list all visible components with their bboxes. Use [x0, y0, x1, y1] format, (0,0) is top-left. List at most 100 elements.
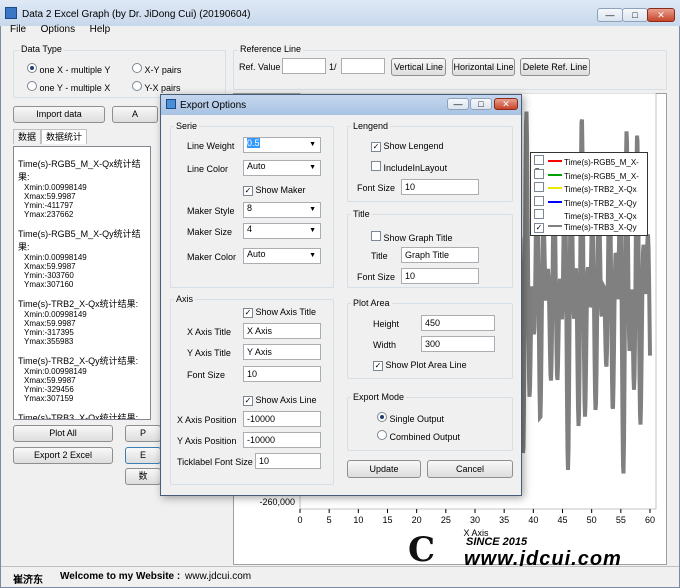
legend-checkbox[interactable]	[534, 182, 544, 192]
title-group-label: Title	[351, 209, 372, 219]
status-url-link[interactable]: www.jdcui.com	[185, 571, 251, 582]
maker-size-select[interactable]: 4	[243, 223, 321, 239]
stat-line: Xmin:0.00998149	[24, 367, 87, 376]
x-tick-label: 15	[382, 515, 392, 525]
line-color-select[interactable]: Auto	[243, 160, 321, 176]
show-graph-title-checkbox[interactable]: Show Graph Title	[371, 231, 453, 243]
show-legend-checkbox[interactable]: ✓ Show Lengend	[371, 141, 444, 152]
fraction-input[interactable]	[341, 58, 385, 74]
legend-checkbox[interactable]	[534, 195, 544, 206]
partially-hidden-button-shu[interactable]: 数	[125, 468, 161, 485]
x-axis-title-label: X Axis Title	[187, 327, 232, 337]
partially-hidden-button-a[interactable]: A	[112, 106, 158, 123]
radio-one-x-multiple-y[interactable]: one X - multiple Y	[27, 63, 110, 75]
minimize-icon[interactable]: —	[597, 8, 623, 22]
line-weight-select[interactable]: 0.5	[243, 137, 321, 153]
update-button[interactable]: Update	[347, 460, 421, 478]
legend-checkbox[interactable]	[534, 155, 544, 165]
title-font-size-input[interactable]: 10	[401, 268, 479, 284]
radio-y-x-pairs[interactable]: Y-X pairs	[132, 81, 181, 93]
legend-item[interactable]: Time(s)-RGB5_M_X-Qy	[534, 168, 647, 190]
axis-font-size-label: Font Size	[187, 370, 226, 380]
legend-item[interactable]: Time(s)-TRB2_X-Qx	[534, 182, 637, 196]
legend-swatch	[548, 173, 562, 176]
tab-statistics[interactable]: 数据统计	[41, 129, 88, 144]
maker-style-select[interactable]: 8	[243, 202, 321, 218]
y-axis-title-label: Y Axis Title	[187, 348, 231, 358]
legend-item[interactable]: ✓ Time(s)-TRB3_X-Qy	[534, 222, 637, 237]
stat-title: Time(s)-RGB5_M_X-Qx统计结果:	[18, 159, 141, 182]
x-axis-ticks: 0 5 10 15 20 25 30 35 40 45 50 55 60	[297, 509, 655, 525]
import-data-button[interactable]: Import data	[13, 106, 105, 123]
line-color-label: Line Color	[187, 164, 229, 174]
legend-item[interactable]: Time(s)-RGB5_M_X-Qx	[534, 155, 647, 176]
show-plot-area-line-checkbox[interactable]: ✓ Show Plot Area Line	[373, 360, 467, 371]
plot-width-input[interactable]: 300	[421, 336, 495, 352]
axis-font-size-input[interactable]: 10	[243, 366, 321, 382]
reference-line-label: Reference Line	[238, 44, 304, 54]
stat-line: Ymax:307160	[24, 280, 74, 289]
radio-combined-output[interactable]: Combined Output	[377, 430, 460, 442]
plot-height-input[interactable]: 450	[421, 315, 495, 331]
x-axis-title-input[interactable]: X Axis	[243, 323, 321, 339]
menu-file[interactable]: File	[10, 24, 26, 35]
legend-label: Time(s)-TRB3_X-Qx	[564, 212, 637, 221]
partially-hidden-button-p[interactable]: P	[125, 425, 161, 442]
ticklabel-font-size-input[interactable]: 10	[255, 453, 321, 469]
radio-one-y-multiple-x[interactable]: one Y - multiple X	[27, 81, 110, 93]
legend-font-size-label: Font Size	[357, 183, 396, 193]
stat-line: Xmin:0.00998149	[24, 183, 87, 192]
maximize-icon[interactable]: □	[622, 8, 648, 22]
y-axis-position-input[interactable]: -10000	[243, 432, 321, 448]
cancel-button[interactable]: Cancel	[427, 460, 513, 478]
tab-data[interactable]: 数据	[13, 129, 42, 144]
x-axis-position-input[interactable]: -10000	[243, 411, 321, 427]
stat-title: Time(s)-TRB3_X-Qx统计结果:	[18, 413, 139, 420]
legend-font-size-input[interactable]: 10	[401, 179, 479, 195]
legend-item[interactable]: Time(s)-TRB2_X-Qy	[534, 195, 637, 210]
vertical-line-button[interactable]: Vertical Line	[391, 58, 446, 76]
legend-checkbox[interactable]: ✓	[534, 222, 544, 233]
dialog-maximize-icon[interactable]: □	[470, 98, 492, 110]
horizontal-line-button[interactable]: Horizontal Line	[452, 58, 515, 76]
radio-single-output[interactable]: Single Output	[377, 412, 444, 424]
x-tick-label: 5	[327, 515, 332, 525]
show-axis-line-checkbox[interactable]: ✓ Show Axis Line	[243, 395, 317, 406]
legend-swatch	[548, 187, 562, 190]
y-axis-title-input[interactable]: Y Axis	[243, 344, 321, 360]
chart-legend: Time(s)-RGB5_M_X-QxTime(s)-RGB5_M_X-QyTi…	[530, 152, 648, 236]
export-2-excel-button[interactable]: Export 2 Excel	[13, 447, 113, 464]
menu-help[interactable]: Help	[90, 24, 111, 35]
legend-checkbox[interactable]	[534, 168, 544, 179]
dialog-close-icon[interactable]: ✕	[494, 98, 518, 110]
plot-width-label: Width	[373, 340, 397, 350]
status-author: 崔济东	[13, 575, 43, 586]
include-in-layout-checkbox[interactable]: IncludeInLayout	[371, 161, 447, 173]
stat-line: Xmin:0.00998149	[24, 310, 87, 319]
legend-swatch	[548, 214, 562, 217]
partially-hidden-button-e[interactable]: E	[125, 447, 161, 464]
stat-title: Time(s)-RGB5_M_X-Qy统计结果:	[18, 229, 141, 252]
legend-checkbox[interactable]	[534, 209, 544, 219]
maker-color-label: Maker Color	[187, 252, 237, 262]
legend-item[interactable]: Time(s)-TRB3_X-Qx	[534, 209, 637, 223]
ref-value-input[interactable]	[282, 58, 326, 74]
stat-line: Ymin:-411797	[24, 201, 74, 210]
graph-title-input[interactable]: Graph Title	[401, 247, 479, 263]
maker-size-label: Maker Size	[187, 227, 233, 237]
radio-x-y-pairs[interactable]: X-Y pairs	[132, 63, 181, 75]
dialog-minimize-icon[interactable]: —	[447, 98, 469, 110]
graph-title-label: Title	[371, 251, 388, 261]
plot-all-button[interactable]: Plot All	[13, 425, 113, 442]
ticklabel-font-size-label: Ticklabel Font Size	[177, 457, 253, 467]
show-axis-title-checkbox[interactable]: ✓ Show Axis Title	[243, 307, 316, 318]
stat-line: Ymin:-317395	[24, 328, 74, 337]
close-icon[interactable]: ✕	[647, 8, 675, 22]
delete-ref-line-button[interactable]: Delete Ref. Line	[520, 58, 590, 76]
plot-height-label: Height	[373, 319, 400, 329]
show-maker-checkbox[interactable]: ✓ Show Maker	[243, 185, 306, 196]
x-tick-label: 40	[528, 515, 538, 525]
menu-options[interactable]: Options	[41, 24, 75, 35]
maker-color-select[interactable]: Auto	[243, 248, 321, 264]
legend-label: Time(s)-TRB3_X-Qy	[564, 222, 637, 232]
